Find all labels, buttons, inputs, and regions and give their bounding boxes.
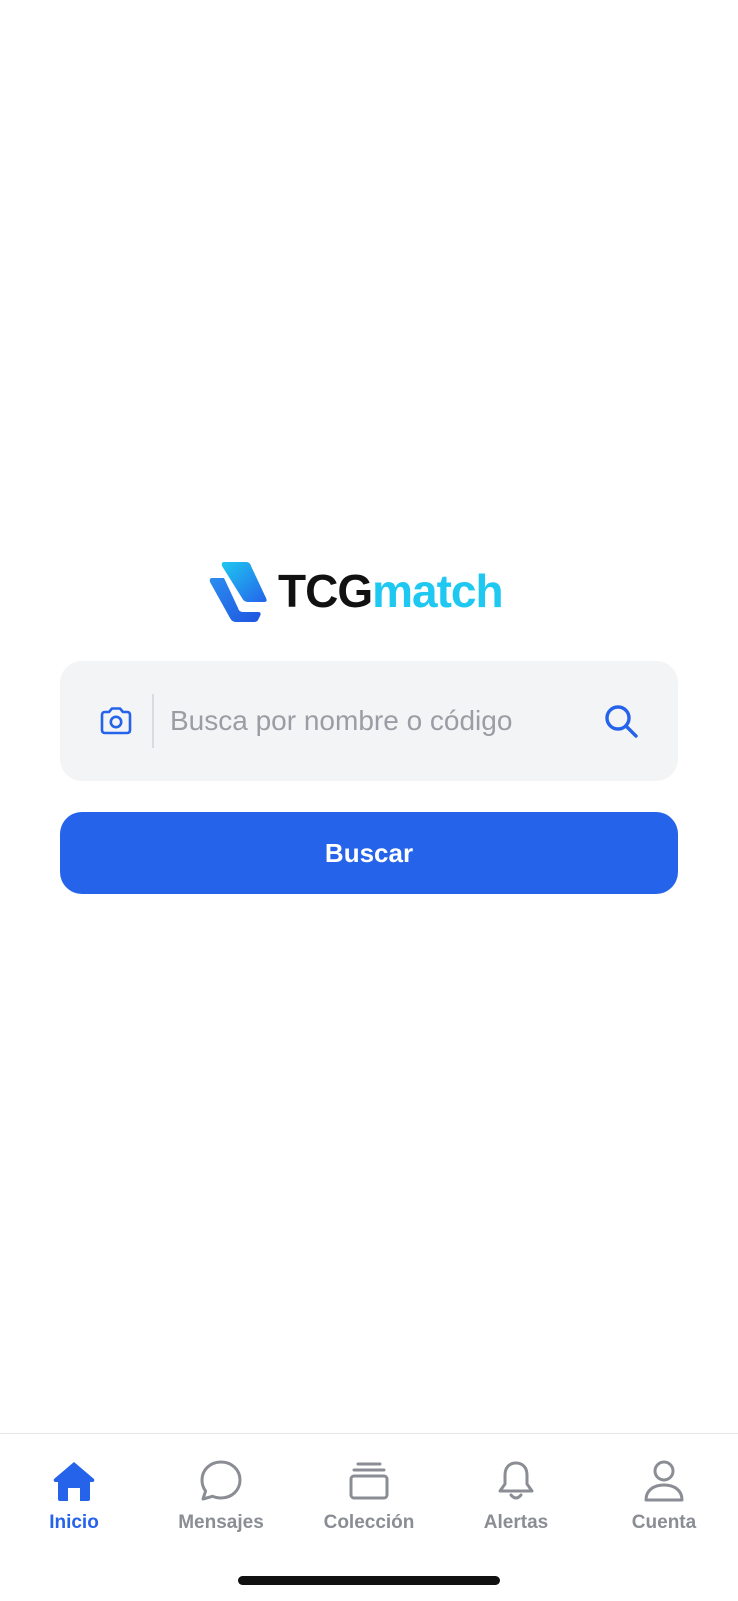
camera-scan-button[interactable] — [98, 706, 134, 736]
stacked-cards-logo-icon — [209, 562, 267, 622]
tab-label-cuenta: Cuenta — [631, 1512, 697, 1533]
brand-name-part2: match — [372, 565, 503, 617]
tab-label-alertas: Alertas — [483, 1512, 549, 1533]
chat-bubble-icon — [200, 1460, 242, 1501]
bell-icon — [498, 1461, 534, 1500]
app-logo: TCGmatch — [208, 560, 538, 622]
tab-label-inicio: Inicio — [49, 1512, 99, 1533]
search-icon — [605, 705, 638, 738]
home-icon — [53, 1462, 95, 1501]
search-submit-button[interactable] — [602, 702, 640, 740]
brand-name: TCGmatch — [278, 565, 504, 617]
brand-name-part1: TCG — [278, 565, 373, 617]
cards-stack-icon — [349, 1462, 389, 1500]
search-divider — [152, 694, 154, 748]
tab-coleccion[interactable]: Colección — [295, 1458, 443, 1548]
tab-label-coleccion: Colección — [323, 1512, 415, 1533]
search-button[interactable]: Buscar — [60, 812, 678, 894]
tab-alertas[interactable]: Alertas — [442, 1458, 590, 1548]
search-input[interactable] — [170, 705, 602, 737]
tab-label-mensajes: Mensajes — [178, 1512, 264, 1533]
camera-icon — [100, 707, 132, 735]
user-icon — [644, 1460, 684, 1502]
tab-mensajes[interactable]: Mensajes — [147, 1458, 295, 1548]
home-indicator — [238, 1576, 500, 1585]
tab-inicio[interactable]: Inicio — [0, 1458, 148, 1548]
tab-cuenta[interactable]: Cuenta — [590, 1458, 738, 1548]
search-bar — [60, 661, 678, 781]
